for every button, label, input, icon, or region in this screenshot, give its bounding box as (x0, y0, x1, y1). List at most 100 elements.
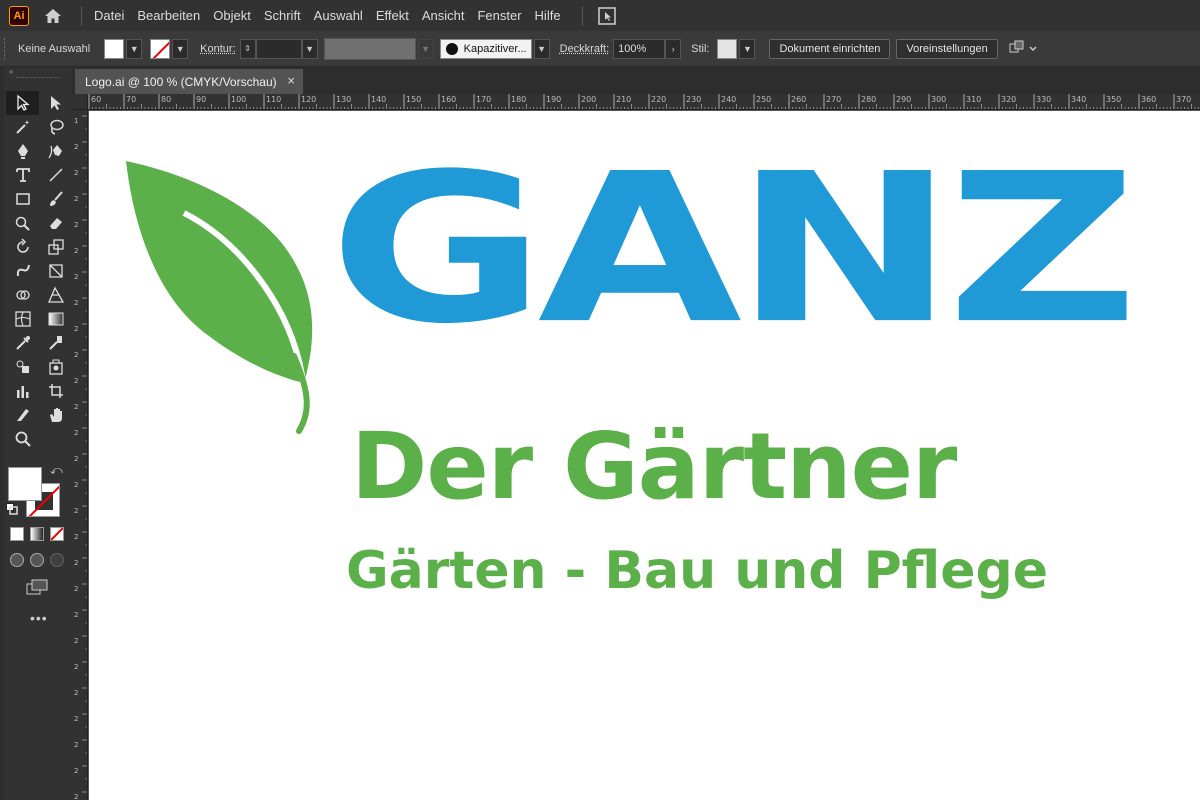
zoom-tool[interactable] (6, 427, 39, 451)
arrange-tool-button[interactable] (1008, 40, 1038, 58)
empty-tool-slot (39, 427, 72, 451)
tools-grip[interactable] (16, 77, 60, 83)
column-graph-tool[interactable] (6, 379, 39, 403)
menu-fenster[interactable]: Fenster (477, 8, 521, 23)
ruler-tick-label: 260 (791, 95, 807, 104)
ruler-tick-label: 2 (74, 195, 79, 203)
color-mode-button[interactable] (10, 527, 24, 541)
ruler-tick-label: 330 (1036, 95, 1052, 104)
type-icon (15, 168, 30, 182)
brush-definition-field[interactable]: Kapazitiver... (439, 38, 532, 59)
artboard-icon (48, 384, 63, 398)
tagline-text[interactable]: Der Gärtner (351, 417, 957, 517)
artboard-tool-alt[interactable] (39, 355, 72, 379)
ruler-tick-label: 2 (74, 143, 79, 151)
measure-tool[interactable] (39, 331, 72, 355)
brush-dropdown[interactable]: ▼ (533, 38, 550, 59)
pen-tool[interactable] (6, 139, 39, 163)
ruler-tick-label: 2 (74, 663, 79, 671)
default-fill-stroke-icon[interactable] (6, 503, 18, 515)
opacity-label: Deckkraft: (559, 42, 610, 55)
stroke-weight-field[interactable] (255, 38, 302, 59)
eyedropper-tool[interactable] (6, 331, 39, 355)
panel-grip[interactable] (4, 37, 8, 60)
shaper-tool[interactable] (6, 211, 39, 235)
gradient-tool[interactable] (39, 307, 72, 331)
symbol-sprayer-tool[interactable] (6, 355, 39, 379)
rotate-tool[interactable] (6, 235, 39, 259)
menu-objekt[interactable]: Objekt (213, 8, 251, 23)
tools-panel: « ⤺ ••• (4, 67, 72, 800)
ruler-tick-label: 2 (74, 221, 79, 229)
gradient-icon (48, 312, 63, 326)
document-setup-button[interactable]: Dokument einrichten (769, 38, 891, 59)
ruler-origin[interactable] (72, 94, 88, 110)
slice-tool[interactable] (6, 403, 39, 427)
shape-builder-tool[interactable] (6, 283, 39, 307)
ruler-tick-label: 210 (616, 95, 632, 104)
horizontal-ruler[interactable]: 60 70 80 90 100 110 120 130 140 150 160 170 180 190 20… (88, 94, 1200, 110)
stroke-weight-dropdown[interactable]: ▼ (301, 38, 318, 59)
menu-schrift[interactable]: Schrift (264, 8, 301, 23)
gradient-mode-button[interactable] (30, 527, 44, 541)
menu-bearbeiten[interactable]: Bearbeiten (137, 8, 200, 23)
artboard-canvas[interactable]: GANZ Der Gärtner Gärten - Bau und Pflege (89, 111, 1200, 800)
lasso-tool[interactable] (39, 115, 72, 139)
chevron-down-icon: ▼ (129, 43, 139, 54)
profile-dropdown[interactable]: ▼ (417, 38, 434, 59)
selection-tool[interactable] (6, 91, 39, 115)
home-icon[interactable] (43, 6, 63, 26)
menu-hilfe[interactable]: Hilfe (535, 8, 561, 23)
stroke-swatch[interactable] (150, 38, 171, 59)
document-tab[interactable]: Logo.ai @ 100 % (CMYK/Vorschau) × (75, 69, 303, 94)
menu-auswahl[interactable]: Auswahl (314, 8, 363, 23)
mesh-tool[interactable] (6, 307, 39, 331)
type-tool[interactable] (6, 163, 39, 187)
chevron-down-icon: ▼ (421, 43, 431, 54)
vertical-ruler[interactable]: 1 2 2 2 2 2 2 2 2 2 2 2 2 2 2 2 2 2 2 2 2 2 2 2 2 2 2 (72, 110, 88, 800)
menu-ansicht[interactable]: Ansicht (422, 8, 465, 23)
ruler-tick-label: 230 (686, 95, 702, 104)
warp-tool[interactable] (6, 259, 39, 283)
none-mode-button[interactable] (50, 527, 64, 541)
edit-toolbar-button[interactable]: ••• (30, 610, 72, 626)
opacity-dropdown[interactable]: › (665, 38, 682, 59)
ruler-tick-label: 150 (406, 95, 422, 104)
subline-text[interactable]: Gärten - Bau und Pflege (346, 541, 1048, 601)
leaf-shape[interactable] (126, 161, 313, 383)
graphic-style-dropdown[interactable]: ▼ (739, 38, 756, 59)
brand-wordmark[interactable]: GANZ (329, 147, 1138, 353)
opacity-field[interactable]: 100% (613, 38, 666, 59)
perspective-grid-tool[interactable] (39, 283, 72, 307)
screen-mode-button[interactable] (26, 579, 72, 600)
line-tool[interactable] (39, 163, 72, 187)
close-icon[interactable]: × (287, 73, 295, 88)
artboard-tool[interactable] (39, 379, 72, 403)
magic-wand-tool[interactable] (6, 115, 39, 139)
free-transform-tool[interactable] (39, 259, 72, 283)
collapse-icon[interactable]: « (4, 67, 72, 77)
rectangle-tool[interactable] (6, 187, 39, 211)
draw-inside-icon[interactable] (50, 553, 64, 567)
menu-effekt[interactable]: Effekt (376, 8, 409, 23)
curvature-tool[interactable] (39, 139, 72, 163)
graphic-style-swatch[interactable] (717, 38, 738, 59)
fill-swatch[interactable] (104, 38, 125, 59)
swap-fill-stroke-icon[interactable]: ⤺ (50, 463, 63, 478)
eraser-tool[interactable] (39, 211, 72, 235)
fill-dropdown[interactable]: ▼ (126, 38, 143, 59)
preferences-button[interactable]: Voreinstellungen (896, 38, 998, 59)
app-logo: Ai (9, 5, 29, 26)
paintbrush-tool[interactable] (39, 187, 72, 211)
stroke-dropdown[interactable]: ▼ (172, 38, 189, 59)
draw-normal-icon[interactable] (10, 553, 24, 567)
stroke-weight-stepper[interactable]: ⇕ (239, 38, 256, 59)
menu-datei[interactable]: Datei (94, 8, 124, 23)
variable-width-profile[interactable] (323, 37, 416, 60)
arrange-documents-icon[interactable] (597, 6, 617, 26)
scale-tool[interactable] (39, 235, 72, 259)
fill-color-box[interactable] (8, 467, 42, 501)
hand-tool[interactable] (39, 403, 72, 427)
direct-selection-tool[interactable] (39, 91, 72, 115)
draw-behind-icon[interactable] (30, 553, 44, 567)
